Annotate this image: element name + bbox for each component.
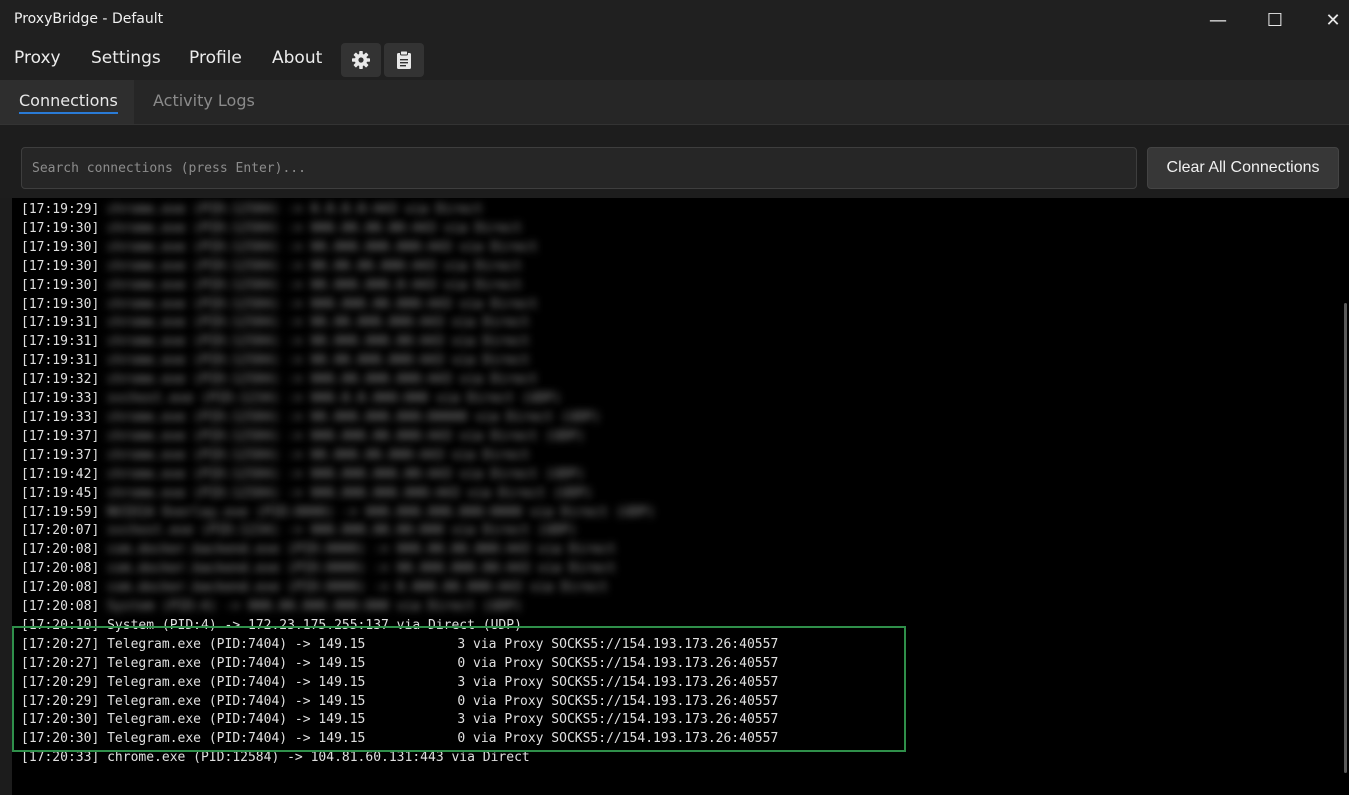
log-line: [17:20:08] com.docker.backend.exe (PID:0… [21, 541, 778, 560]
log-timestamp: [17:19:37] [21, 447, 108, 463]
log-message: com.docker.backend.exe (PID:0000) -> 0.0… [107, 580, 608, 596]
log-message: chrome.exe (PID:12584) -> 000.00.000.000… [107, 372, 538, 388]
log-line: [17:20:33] chrome.exe (PID:12584) -> 104… [21, 749, 778, 768]
minimize-button[interactable]: — [1198, 6, 1238, 36]
log-timestamp: [17:19:31] [21, 353, 108, 369]
log-timestamp: [17:20:08] [21, 561, 108, 577]
clipboard-icon [397, 50, 411, 69]
log-line: [17:19:37] chrome.exe (PID:12584) -> 00.… [21, 447, 778, 466]
log-message: chrome.exe (PID:12584) -> 00.000.000.00:… [107, 334, 530, 350]
log-timestamp: [17:19:29] [21, 202, 108, 217]
tab-bar: Connections Activity Logs [0, 80, 1349, 124]
log-message: chrome.exe (PID:12584) -> 00.000.000.000… [107, 409, 601, 425]
log-timestamp: [17:20:33] [21, 750, 108, 766]
log-line: [17:19:31] chrome.exe (PID:12584) -> 00.… [21, 352, 778, 371]
log-message: com.docker.backend.exe (PID:0000) -> 000… [107, 542, 616, 558]
log-line: [17:19:33] chrome.exe (PID:12584) -> 00.… [21, 409, 778, 428]
log-line: [17:20:07] svchost.exe (PID:1234) -> 000… [21, 522, 778, 541]
log-message: chrome.exe (PID:12584) -> 000.00.00.00:4… [107, 220, 522, 236]
log-message: chrome.exe (PID:12584) -> 00.000.000.0:4… [107, 277, 522, 293]
tab-connections-label: Connections [19, 91, 118, 114]
scrollbar[interactable] [1344, 303, 1347, 773]
log-timestamp: [17:19:45] [21, 485, 108, 501]
tab-activity-logs-label: Activity Logs [153, 91, 255, 110]
log-line: [17:20:08] System (PID:4) -> 000.00.000.… [21, 598, 778, 617]
log-message: chrome.exe (PID:12584) -> 000.000.00.000… [107, 428, 585, 444]
log-line: [17:19:59] NVIDIA Overlay.exe (PID:0000)… [21, 504, 778, 523]
tab-activity-logs[interactable]: Activity Logs [134, 80, 274, 124]
log-line: [17:19:32] chrome.exe (PID:12584) -> 000… [21, 371, 778, 390]
menu-bar: Proxy Settings Profile About [0, 40, 1349, 80]
log-line: [17:20:08] com.docker.backend.exe (PID:0… [21, 560, 778, 579]
log-line: [17:19:37] chrome.exe (PID:12584) -> 000… [21, 428, 778, 447]
log-message: chrome.exe (PID:12584) -> 000.000.00.000… [107, 296, 538, 312]
log-line: [17:19:31] chrome.exe (PID:12584) -> 00.… [21, 333, 778, 352]
log-message: svchost.exe (PID:1234) -> 000.0.0.000:00… [107, 391, 562, 407]
log-timestamp: [17:19:30] [21, 220, 108, 236]
window-title: ProxyBridge - Default [14, 11, 164, 27]
log-timestamp: [17:19:33] [21, 409, 108, 425]
log-timestamp: [17:19:30] [21, 258, 108, 274]
log-timestamp: [17:19:33] [21, 391, 108, 407]
log-message: chrome.exe (PID:12584) -> 00.000.000.000… [107, 239, 538, 255]
log-line: [17:19:30] chrome.exe (PID:12584) -> 000… [21, 296, 778, 315]
log-timestamp: [17:20:07] [21, 523, 108, 539]
log-timestamp: [17:20:08] [21, 599, 108, 615]
log-message: svchost.exe (PID:1234) -> 000.000.00.00:… [107, 523, 577, 539]
log-timestamp: [17:19:30] [21, 296, 108, 312]
log-line: [17:19:45] chrome.exe (PID:12584) -> 000… [21, 485, 778, 504]
log-message: chrome.exe (PID:12584) -> 00.00.000.000:… [107, 315, 530, 331]
log-line: [17:19:30] chrome.exe (PID:12584) -> 00.… [21, 277, 778, 296]
title-bar: ProxyBridge - Default — ☐ ✕ [0, 0, 1349, 40]
tab-connections[interactable]: Connections [0, 80, 134, 124]
log-message: chrome.exe (PID:12584) -> 000.000.000.00… [107, 485, 593, 501]
connection-log[interactable]: [17:19:29] chrome.exe (PID:12584) -> 0.0… [12, 198, 1349, 795]
log-timestamp: [17:19:31] [21, 334, 108, 350]
close-button[interactable]: ✕ [1313, 6, 1349, 36]
log-line: [17:19:31] chrome.exe (PID:12584) -> 00.… [21, 314, 778, 333]
log-timestamp: [17:19:30] [21, 277, 108, 293]
log-timestamp: [17:20:08] [21, 542, 108, 558]
log-line: [17:19:33] svchost.exe (PID:1234) -> 000… [21, 390, 778, 409]
gear-icon [352, 51, 370, 69]
log-line: [17:19:29] chrome.exe (PID:12584) -> 0.0… [21, 201, 778, 220]
log-timestamp: [17:20:08] [21, 580, 108, 596]
log-message: System (PID:4) -> 000.00.000.000:000 via… [107, 599, 522, 615]
log-line: [17:20:08] com.docker.backend.exe (PID:0… [21, 579, 778, 598]
log-message: chrome.exe (PID:12584) -> 00.00.000.000:… [107, 353, 530, 369]
log-timestamp: [17:19:59] [21, 504, 108, 520]
log-line: [17:19:30] chrome.exe (PID:12584) -> 00.… [21, 258, 778, 277]
log-message: chrome.exe (PID:12584) -> 00.00.00.000:4… [107, 258, 522, 274]
clear-all-connections-button[interactable]: Clear All Connections [1147, 147, 1339, 189]
log-message: chrome.exe (PID:12584) -> 00.000.00.000:… [107, 447, 530, 463]
log-line: [17:19:30] chrome.exe (PID:12584) -> 000… [21, 220, 778, 239]
log-message: chrome.exe (PID:12584) -> 0.0.0.0:443 vi… [107, 202, 483, 217]
log-timestamp: [17:19:32] [21, 372, 108, 388]
menu-proxy[interactable]: Proxy [14, 48, 61, 68]
menu-profile[interactable]: Profile [189, 48, 242, 68]
connections-toolbar: Clear All Connections [0, 124, 1349, 198]
clipboard-button[interactable] [384, 43, 424, 77]
search-input[interactable] [21, 147, 1137, 189]
log-timestamp: [17:19:42] [21, 466, 108, 482]
log-timestamp: [17:19:37] [21, 428, 108, 444]
log-message: NVIDIA Overlay.exe (PID:0000) -> 000.000… [107, 504, 655, 520]
log-timestamp: [17:19:31] [21, 315, 108, 331]
log-line: [17:19:42] chrome.exe (PID:12584) -> 000… [21, 466, 778, 485]
telegram-highlight-box [12, 626, 906, 752]
log-line: [17:19:30] chrome.exe (PID:12584) -> 00.… [21, 239, 778, 258]
log-message: com.docker.backend.exe (PID:0000) -> 00.… [107, 561, 616, 577]
maximize-button[interactable]: ☐ [1255, 6, 1295, 36]
settings-gear-button[interactable] [341, 43, 381, 77]
menu-settings[interactable]: Settings [91, 48, 161, 68]
log-timestamp: [17:19:30] [21, 239, 108, 255]
log-message: chrome.exe (PID:12584) -> 104.81.60.131:… [107, 750, 530, 766]
menu-about[interactable]: About [272, 48, 322, 68]
log-message: chrome.exe (PID:12584) -> 000.000.000.00… [107, 466, 585, 482]
